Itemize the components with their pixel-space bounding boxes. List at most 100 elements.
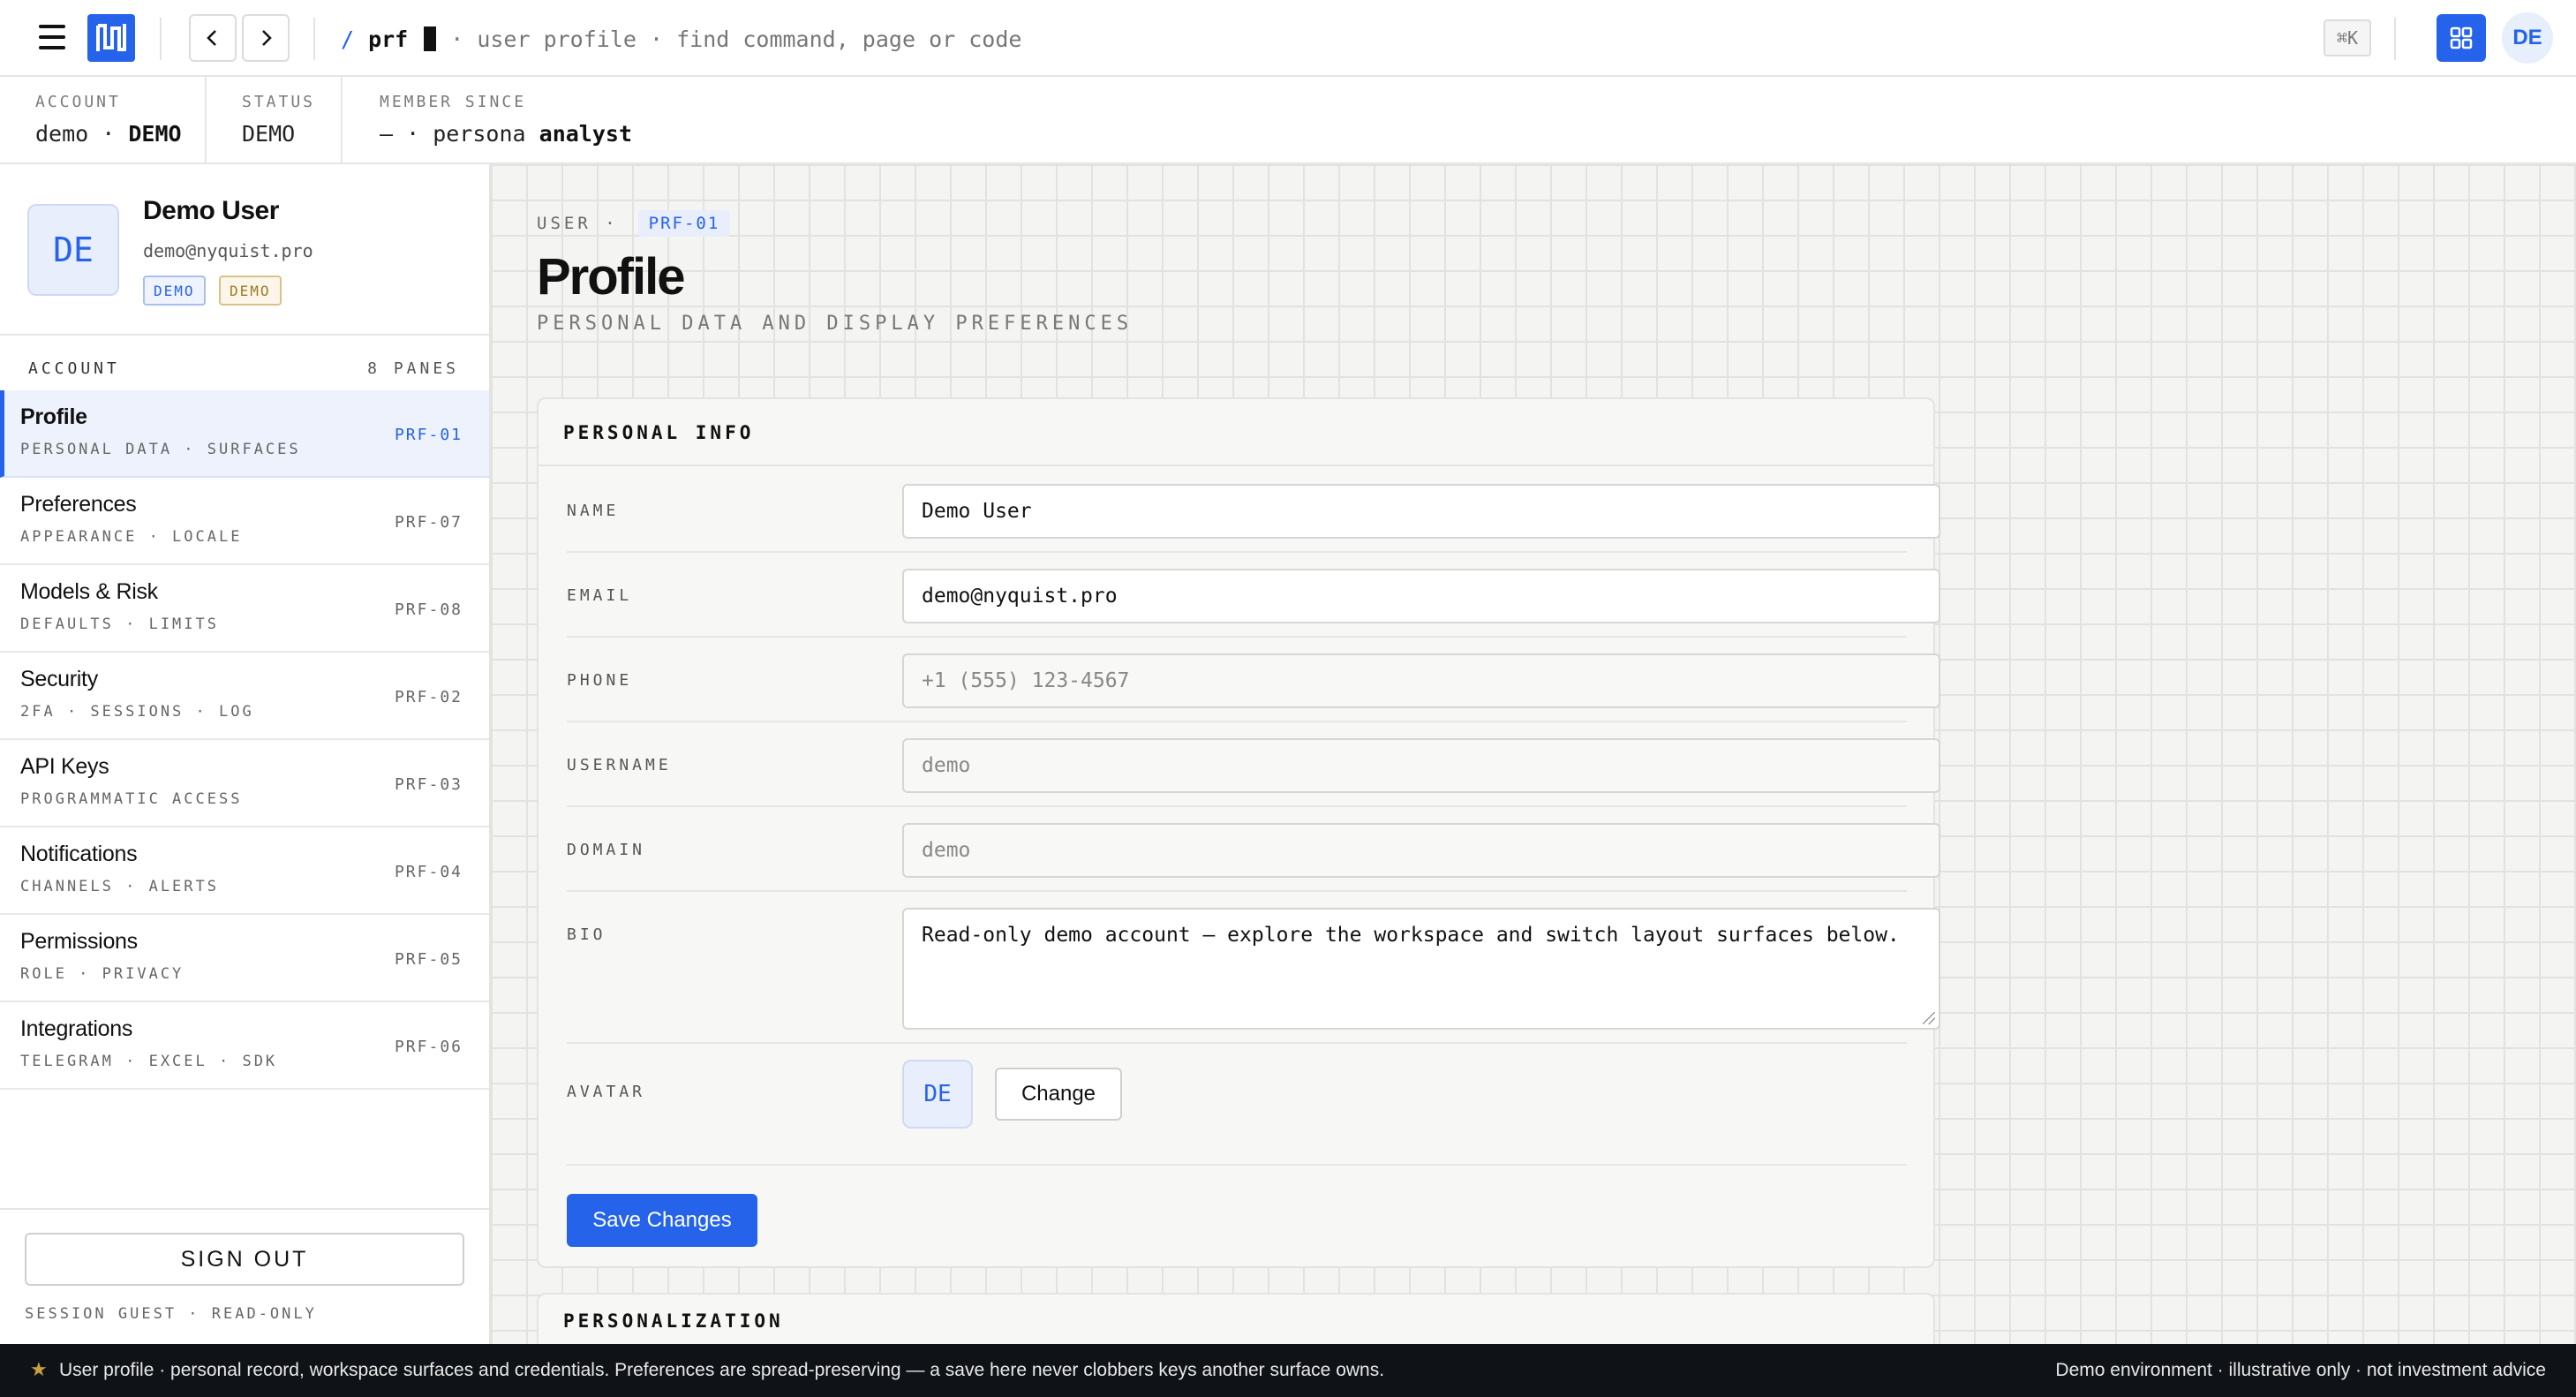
back-button[interactable]	[189, 14, 237, 62]
member-since-label: MEMBER SINCE	[380, 93, 527, 111]
bio-textarea[interactable]: Read-only demo account — explore the wor…	[902, 908, 1940, 1030]
phone-label: PHONE	[567, 671, 633, 690]
breadcrumb: USER · PRF-01	[537, 210, 731, 237]
username-label: USERNAME	[567, 756, 672, 774]
user-email: demo@nyquist.pro	[143, 240, 313, 261]
text-cursor	[424, 26, 437, 51]
apps-grid-button[interactable]	[2437, 14, 2486, 62]
sidebar-item-sub: PROGRAMMATIC ACCESS	[20, 790, 243, 808]
user-card: DE Demo User demo@nyquist.pro DEMO DEMO	[0, 164, 489, 336]
chevron-right-icon	[262, 30, 272, 46]
sidebar-item-label: Preferences	[20, 492, 137, 517]
sidebar-item-label: Security	[20, 667, 98, 691]
sidebar-item-label: Models & Risk	[20, 579, 158, 604]
sidebar-item-profile[interactable]: Profile PERSONAL DATA · SURFACES PRF-01	[0, 390, 489, 478]
bio-row: BIO Read-only demo account — explore the…	[567, 892, 1940, 1044]
avatar-row: AVATAR DE Change	[567, 1044, 1907, 1166]
sidebar-section-title: ACCOUNT	[28, 359, 120, 378]
username-row: USERNAME demo	[567, 722, 1940, 807]
sidebar-item-code: PRF-08	[394, 600, 463, 619]
bio-label: BIO	[567, 925, 606, 944]
sidebar-item-api-keys[interactable]: API Keys PROGRAMMATIC ACCESS PRF-03	[0, 740, 489, 827]
email-label: EMAIL	[567, 586, 633, 605]
sidebar-item-permissions[interactable]: Permissions ROLE · PRIVACY PRF-05	[0, 915, 489, 1002]
sidebar-item-code: PRF-07	[394, 513, 463, 532]
sidebar-item-sub: DEFAULTS · LIMITS	[20, 615, 219, 633]
command-slash: /	[341, 26, 355, 52]
account-info-strip: ACCOUNT demo · DEMO STATUS DEMO MEMBER S…	[0, 77, 2576, 164]
sidebar-item-sub: PERSONAL DATA · SURFACES	[20, 441, 301, 458]
command-prefix: prf	[368, 26, 409, 52]
change-avatar-button[interactable]: Change	[995, 1068, 1122, 1121]
sidebar-item-code: PRF-02	[394, 688, 463, 706]
command-input[interactable]: / prf · user profile · find command, pag…	[341, 21, 1021, 57]
phone-field[interactable]: +1 (555) 123-4567	[902, 653, 1940, 708]
footer-disclaimer: Demo environment · illustrative only · n…	[2055, 1360, 2546, 1380]
app-logo-icon[interactable]	[87, 14, 135, 62]
card-title: PERSONALIZATION	[563, 1310, 784, 1332]
sidebar-item-label: Profile	[20, 404, 87, 429]
top-bar: / prf · user profile · find command, pag…	[0, 0, 2576, 77]
sidebar-item-label: API Keys	[20, 754, 109, 779]
footer-bar: ★ User profile · personal record, worksp…	[0, 1344, 2576, 1397]
save-changes-button[interactable]: Save Changes	[567, 1194, 757, 1247]
email-row: EMAIL demo@nyquist.pro	[567, 553, 1940, 638]
username-field[interactable]: demo	[902, 738, 1940, 793]
sidebar-item-sub: TELEGRAM · EXCEL · SDK	[20, 1053, 278, 1070]
resize-handle-icon[interactable]	[1923, 1012, 1935, 1024]
sidebar-item-code: PRF-05	[394, 950, 463, 969]
name-field[interactable]: Demo User	[902, 484, 1940, 539]
email-field[interactable]: demo@nyquist.pro	[902, 569, 1940, 623]
star-icon: ★	[30, 1358, 48, 1380]
sidebar-item-models-risk[interactable]: Models & Risk DEFAULTS · LIMITS PRF-08	[0, 565, 489, 653]
menu-icon[interactable]	[39, 25, 65, 49]
account-label: ACCOUNT	[35, 93, 121, 111]
personalization-card: PERSONALIZATION	[537, 1293, 1935, 1344]
sidebar-item-integrations[interactable]: Integrations TELEGRAM · EXCEL · SDK PRF-…	[0, 1002, 489, 1090]
grid-icon	[2450, 26, 2473, 49]
avatar-preview: DE	[902, 1060, 973, 1129]
domain-field[interactable]: demo	[902, 823, 1940, 878]
member-since-value: — · persona analyst	[380, 121, 632, 147]
user-avatar-button[interactable]: DE	[2502, 12, 2553, 64]
sidebar-item-preferences[interactable]: Preferences APPEARANCE · LOCALE PRF-07	[0, 478, 489, 565]
sidebar-item-sub: 2FA · SESSIONS · LOG	[20, 703, 254, 721]
domain-label: DOMAIN	[567, 841, 646, 859]
member-value-a: — · persona	[380, 121, 526, 147]
account-cell: ACCOUNT demo · DEMO	[0, 77, 205, 162]
main-content: USER · PRF-01 Profile PERSONAL DATA AND …	[491, 164, 2576, 1344]
personal-info-card: PERSONAL INFO NAME Demo User EMAIL demo@…	[537, 397, 1940, 1268]
sidebar-item-notifications[interactable]: Notifications CHANNELS · ALERTS PRF-04	[0, 827, 489, 915]
sidebar-item-security[interactable]: Security 2FA · SESSIONS · LOG PRF-02	[0, 653, 489, 740]
domain-row: DOMAIN demo	[567, 807, 1940, 892]
sidebar-item-label: Permissions	[20, 929, 138, 954]
avatar-label: AVATAR	[567, 1083, 646, 1101]
sidebar-item-label: Integrations	[20, 1016, 133, 1041]
breadcrumb-label: USER ·	[537, 214, 619, 233]
sidebar-item-code: PRF-04	[394, 863, 463, 881]
sidebar-item-code: PRF-01	[394, 426, 463, 444]
divider	[313, 18, 315, 60]
member-since-cell: MEMBER SINCE — · persona analyst	[343, 77, 696, 162]
status-badge: DEMO	[219, 276, 282, 306]
forward-button[interactable]	[242, 14, 290, 62]
status-value: DEMO	[242, 121, 296, 147]
account-value: demo · DEMO	[35, 121, 182, 147]
status-label: STATUS	[242, 93, 316, 111]
sidebar-footer: SIGN OUT SESSION GUEST · READ-ONLY	[0, 1208, 489, 1344]
sign-out-button[interactable]: SIGN OUT	[25, 1233, 464, 1286]
member-value-b: analyst	[539, 121, 632, 147]
account-value-a: demo ·	[35, 121, 116, 147]
status-cell: STATUS DEMO	[207, 77, 341, 162]
sidebar-section-count: 8 PANES	[367, 359, 459, 378]
shortcut-badge: ⌘K	[2324, 19, 2371, 57]
role-badge: DEMO	[143, 276, 206, 306]
page-title: Profile	[537, 248, 685, 306]
sidebar-item-label: Notifications	[20, 842, 138, 866]
card-header: PERSONAL INFO	[539, 399, 1933, 466]
avatar: DE	[27, 204, 119, 296]
name-label: NAME	[567, 502, 620, 520]
sidebar-item-sub: APPEARANCE · LOCALE	[20, 528, 243, 546]
name-row: NAME Demo User	[567, 468, 1940, 553]
divider	[160, 18, 162, 60]
